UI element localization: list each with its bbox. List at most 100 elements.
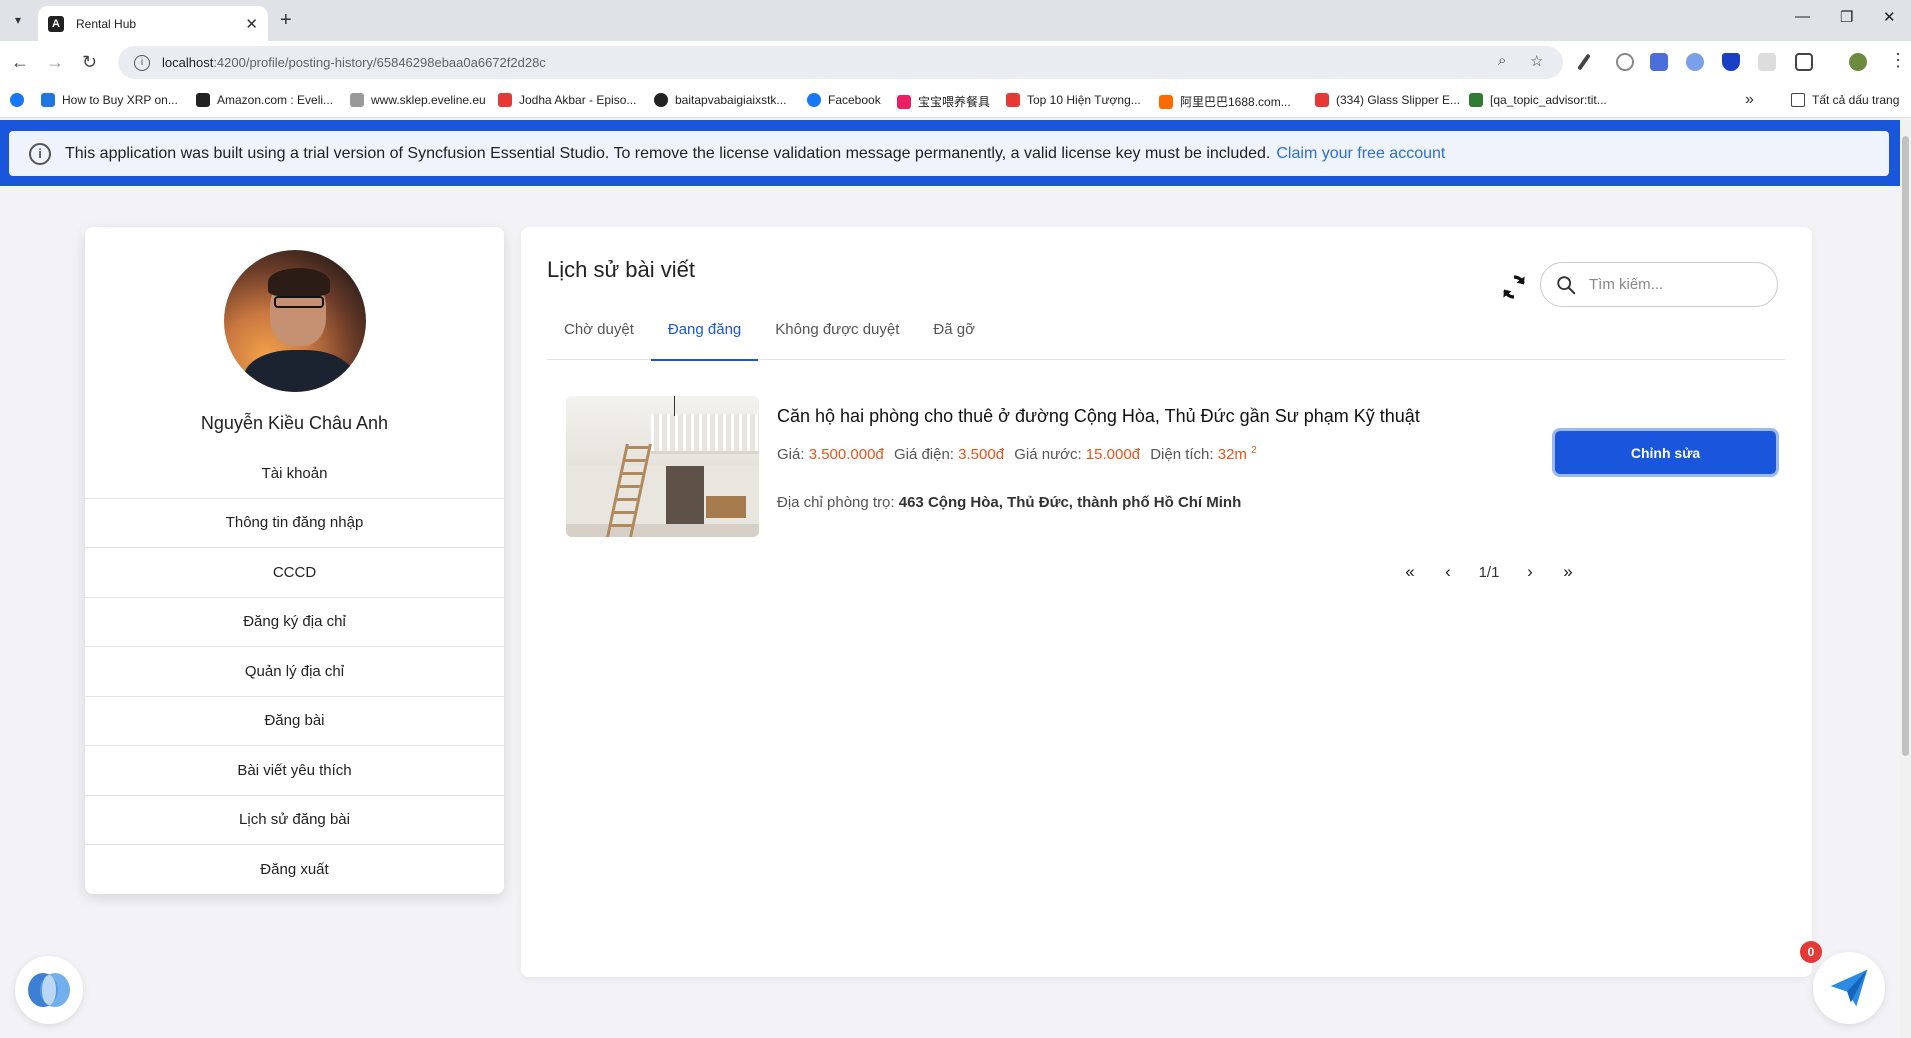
edit-button[interactable]: Chỉnh sửa	[1552, 428, 1779, 477]
avatar	[224, 250, 366, 392]
zoom-icon[interactable]: ⌕	[1498, 52, 1506, 69]
address-bar[interactable]: i localhost:4200/profile/posting-history…	[118, 46, 1563, 79]
prev-page-icon[interactable]: ‹	[1429, 559, 1467, 585]
listing-address: Địa chỉ phòng trọ: 463 Cộng Hòa, Thủ Đức…	[777, 494, 1241, 511]
restore-icon[interactable]: ❐	[1840, 8, 1853, 26]
bookmark-favicon-icon	[350, 93, 364, 107]
bookmark-label: 阿里巴巴1688.com...	[1180, 95, 1291, 109]
next-page-icon[interactable]: ›	[1511, 559, 1549, 585]
page-scrollbar[interactable]	[1900, 120, 1911, 1038]
listing-item: Căn hộ hai phòng cho thuê ở đường Cộng H…	[566, 396, 1779, 537]
bookmark-item[interactable]: Amazon.com : Eveli...	[196, 93, 333, 107]
folder-icon	[1791, 93, 1805, 107]
lens-extension-icon[interactable]	[1686, 53, 1704, 71]
claim-account-link[interactable]: Claim your free account	[1276, 145, 1445, 163]
sidebar-item-login-info[interactable]: Thông tin đăng nhập	[85, 499, 504, 548]
price-value: 3.500.000đ	[808, 446, 884, 463]
tab-removed[interactable]: Đã gỡ	[916, 299, 992, 360]
bookmark-item[interactable]: Jodha Akbar - Episo...	[498, 93, 636, 107]
price-label: Giá:	[777, 446, 805, 463]
browser-menu-icon[interactable]: ⋮	[1889, 50, 1907, 71]
translate-extension-icon[interactable]	[1650, 53, 1668, 71]
bookmark-item[interactable]: [qa_topic_advisor:tit...	[1469, 93, 1607, 107]
all-bookmarks-label: Tất cả dấu trang	[1812, 93, 1900, 107]
bookmark-item[interactable]: (334) Glass Slipper E...	[1315, 93, 1460, 107]
chat-bubble-button[interactable]	[15, 956, 83, 1024]
address-label: Địa chỉ phòng trọ:	[777, 494, 895, 511]
bookmark-label: Amazon.com : Eveli...	[217, 93, 334, 107]
tab-published[interactable]: Đang đăng	[650, 299, 759, 361]
listing-thumbnail[interactable]	[566, 396, 759, 537]
messages-button[interactable]	[1813, 952, 1885, 1024]
bookmark-item[interactable]: baitapvabaigiaixstk...	[654, 93, 786, 107]
bookmark-favicon-icon	[196, 93, 210, 107]
sidebar-item-register-address[interactable]: Đăng ký địa chỉ	[85, 598, 504, 647]
compass-extension-icon[interactable]	[1616, 53, 1634, 71]
forward-icon[interactable]: →	[46, 52, 64, 73]
sidebar-item-account[interactable]: Tài khoản	[85, 449, 504, 499]
minimize-icon[interactable]: —	[1795, 8, 1810, 25]
electric-label: Giá điện:	[893, 446, 954, 463]
bookmark-item[interactable]: www.sklep.eveline.eu	[350, 93, 486, 107]
all-bookmarks-button[interactable]: Tất cả dấu trang	[1791, 93, 1899, 107]
page-indicator: 1/1	[1478, 563, 1500, 581]
bookmark-favicon-icon	[654, 93, 668, 107]
bookmark-item[interactable]: How to Buy XRP on...	[41, 93, 178, 107]
browser-tab-strip: ▾ A Rental Hub ✕ + — ❐ ✕	[0, 0, 1911, 41]
back-icon[interactable]: ←	[11, 52, 29, 73]
bookmark-item[interactable]: 阿里巴巴1688.com...	[1159, 93, 1291, 110]
search-icon	[1557, 275, 1576, 294]
tab-pending[interactable]: Chờ duyệt	[547, 299, 651, 360]
status-tabs: Chờ duyệt Đang đăng Không được duyệt Đã …	[547, 299, 1785, 361]
address-value: 463 Cộng Hòa, Thủ Đức, thành phố Hồ Chí …	[898, 494, 1242, 511]
bookmark-item[interactable]: Facebook	[807, 93, 881, 107]
bookmark-favicon-icon	[1469, 93, 1483, 107]
profile-avatar-icon[interactable]	[1849, 53, 1867, 71]
new-tab-icon[interactable]: +	[280, 9, 292, 32]
bookmark-favicon-icon	[807, 93, 821, 107]
profile-sidebar: Nguyễn Kiều Châu Anh Tài khoản Thông tin…	[85, 227, 504, 894]
sidebar-item-favorite-posts[interactable]: Bài viết yêu thích	[85, 746, 504, 796]
last-page-icon[interactable]: »	[1549, 559, 1587, 585]
bookmark-favicon-icon	[1006, 93, 1020, 107]
bookmark-favicon-icon	[1315, 93, 1329, 107]
scrollbar-thumb[interactable]	[1902, 136, 1909, 756]
browser-tab[interactable]: A Rental Hub ✕	[38, 6, 268, 41]
more-bookmarks-icon[interactable]: »	[1745, 91, 1754, 109]
chat-bubbles-icon	[28, 973, 70, 1007]
reload-icon[interactable]: ↻	[82, 52, 97, 73]
water-value: 15.000đ	[1085, 446, 1141, 463]
extension-placeholder-icon[interactable]	[1758, 53, 1776, 71]
tab-search-chevron-icon[interactable]: ▾	[8, 10, 28, 30]
profile-name: Nguyễn Kiều Châu Anh	[200, 413, 389, 433]
browser-tab-title: Rental Hub	[76, 16, 137, 31]
profile-menu: Tài khoản Thông tin đăng nhập CCCD Đăng …	[85, 449, 504, 895]
bookmark-item[interactable]: 宝宝喂养餐具	[897, 93, 990, 110]
send-plane-icon	[1830, 969, 1868, 1007]
bookmark-star-icon[interactable]: ☆	[1530, 52, 1543, 70]
listing-title[interactable]: Căn hộ hai phòng cho thuê ở đường Cộng H…	[777, 406, 1420, 427]
window-close-icon[interactable]: ✕	[1883, 8, 1896, 26]
info-icon: i	[29, 142, 51, 165]
tab-close-icon[interactable]: ✕	[245, 15, 258, 33]
search-input[interactable]	[1589, 276, 1759, 293]
eyedropper-extension-icon[interactable]	[1577, 53, 1591, 71]
shield-extension-icon[interactable]	[1722, 53, 1740, 71]
site-info-icon[interactable]: i	[134, 54, 150, 71]
sidebar-item-create-post[interactable]: Đăng bài	[85, 697, 504, 746]
sidebar-item-logout[interactable]: Đăng xuất	[85, 845, 504, 895]
tab-rejected[interactable]: Không được duyệt	[758, 299, 916, 360]
area-label: Diện tích:	[1150, 446, 1214, 463]
posting-history-panel: Lịch sử bài viết Chờ duyệt Đang đăng Khô…	[521, 227, 1812, 977]
sidebar-item-id-card[interactable]: CCCD	[85, 548, 504, 598]
extensions-puzzle-icon[interactable]	[1795, 53, 1813, 71]
refresh-icon[interactable]	[1499, 272, 1529, 302]
sidebar-item-manage-address[interactable]: Quản lý địa chỉ	[85, 647, 504, 697]
sidebar-item-posting-history[interactable]: Lịch sử đăng bài	[85, 796, 504, 845]
water-label: Giá nước:	[1014, 446, 1082, 463]
bookmark-favicon-icon	[498, 93, 512, 107]
bookmark-item[interactable]: Top 10 Hiện Tượng...	[1006, 93, 1141, 107]
license-banner: i This application was built using a tri…	[9, 131, 1889, 176]
bookmark-facebook-icon[interactable]	[10, 93, 31, 107]
first-page-icon[interactable]: «	[1391, 559, 1429, 585]
